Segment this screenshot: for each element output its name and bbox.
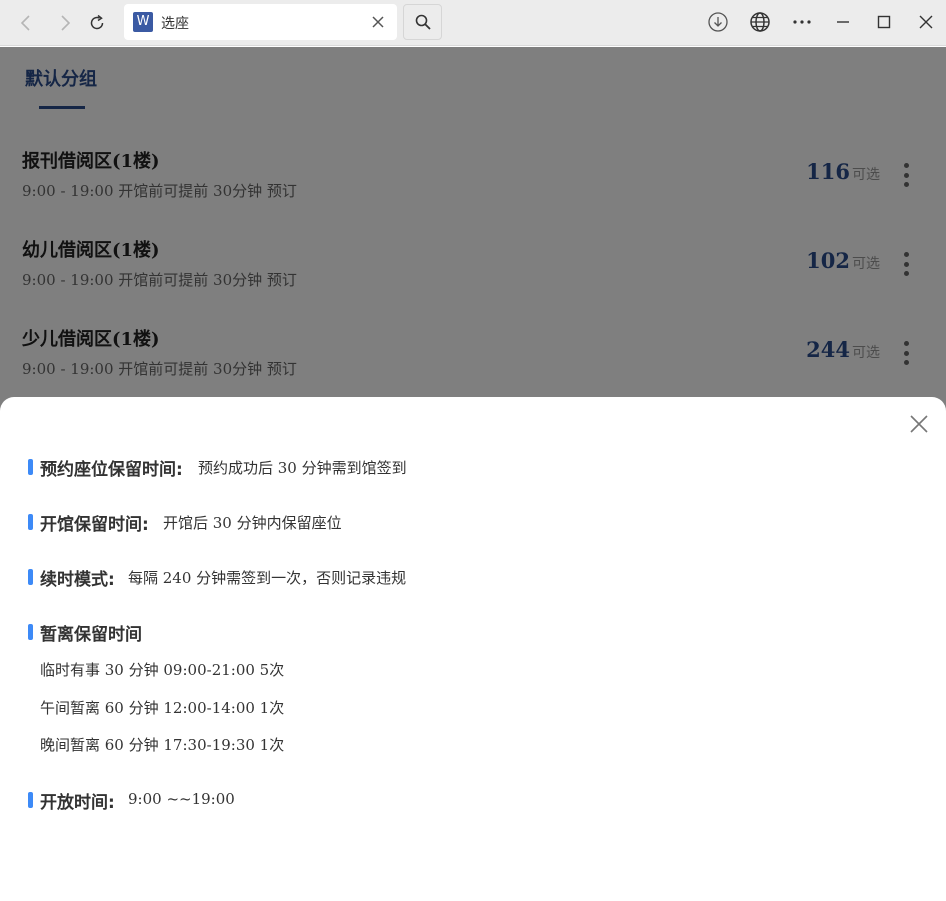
rule-label: 开放时间: [40, 793, 115, 813]
browser-tab[interactable]: W 选座 [124, 4, 397, 40]
chevron-right-icon [61, 15, 71, 31]
globe-icon [750, 12, 770, 32]
rule-label: 续时模式: [40, 570, 115, 590]
away-item: 临时有事 30 分钟 09:00-21:00 5次 [40, 661, 285, 679]
maximize-button[interactable] [873, 11, 895, 33]
rule-value: 开馆后 30 分钟内保留座位 [163, 514, 342, 532]
more-horizontal-icon [793, 20, 811, 24]
rule-label: 开馆保留时间: [40, 515, 149, 535]
chevron-left-icon [20, 15, 30, 31]
minimize-icon [837, 21, 849, 23]
search-icon [415, 14, 431, 30]
rule-label: 预约座位保留时间: [40, 460, 183, 480]
close-icon [919, 15, 933, 29]
rule-opening-hours: 开放时间: 9:00 ~~19:00 [28, 788, 908, 813]
rule-reservation-hold: 预约座位保留时间: 预约成功后 30 分钟需到馆签到 [28, 455, 908, 480]
more-button[interactable] [791, 11, 813, 33]
refresh-icon [90, 14, 104, 30]
rule-marker [28, 792, 33, 808]
away-item: 晚间暂离 60 分钟 17:30-19:30 1次 [40, 736, 285, 754]
rule-marker [28, 459, 33, 475]
search-button[interactable] [403, 4, 442, 40]
rule-marker [28, 624, 33, 640]
rule-value: 9:00 ~~19:00 [128, 790, 235, 808]
rule-renewal-mode: 续时模式: 每隔 240 分钟需签到一次，否则记录违规 [28, 565, 908, 590]
rule-value: 预约成功后 30 分钟需到馆签到 [198, 459, 407, 477]
rule-away-hold: 暂离保留时间 [28, 620, 908, 645]
translate-button[interactable] [749, 11, 771, 33]
download-button[interactable] [707, 11, 729, 33]
close-window-button[interactable] [915, 11, 937, 33]
rule-opening-hold: 开馆保留时间: 开馆后 30 分钟内保留座位 [28, 510, 908, 535]
close-icon [910, 415, 928, 433]
rule-marker [28, 569, 33, 585]
rule-marker [28, 514, 33, 530]
tab-close-button[interactable] [369, 13, 387, 31]
download-icon [708, 12, 728, 32]
away-item: 午间暂离 60 分钟 12:00-14:00 1次 [40, 699, 285, 717]
rules-bottom-sheet: 预约座位保留时间: 预约成功后 30 分钟需到馆签到 开馆保留时间: 开馆后 3… [0, 397, 946, 901]
site-favicon: W [133, 12, 153, 32]
rule-label: 暂离保留时间 [40, 625, 142, 645]
refresh-button[interactable] [82, 8, 112, 38]
sheet-close-button[interactable] [908, 413, 930, 435]
browser-toolbar: W 选座 [0, 0, 946, 46]
forward-button[interactable] [50, 8, 80, 38]
tab-title: 选座 [161, 16, 189, 32]
close-icon [372, 16, 384, 28]
back-button[interactable] [11, 8, 41, 38]
minimize-button[interactable] [832, 11, 854, 33]
rule-value: 每隔 240 分钟需签到一次，否则记录违规 [128, 569, 407, 587]
maximize-icon [877, 15, 891, 29]
